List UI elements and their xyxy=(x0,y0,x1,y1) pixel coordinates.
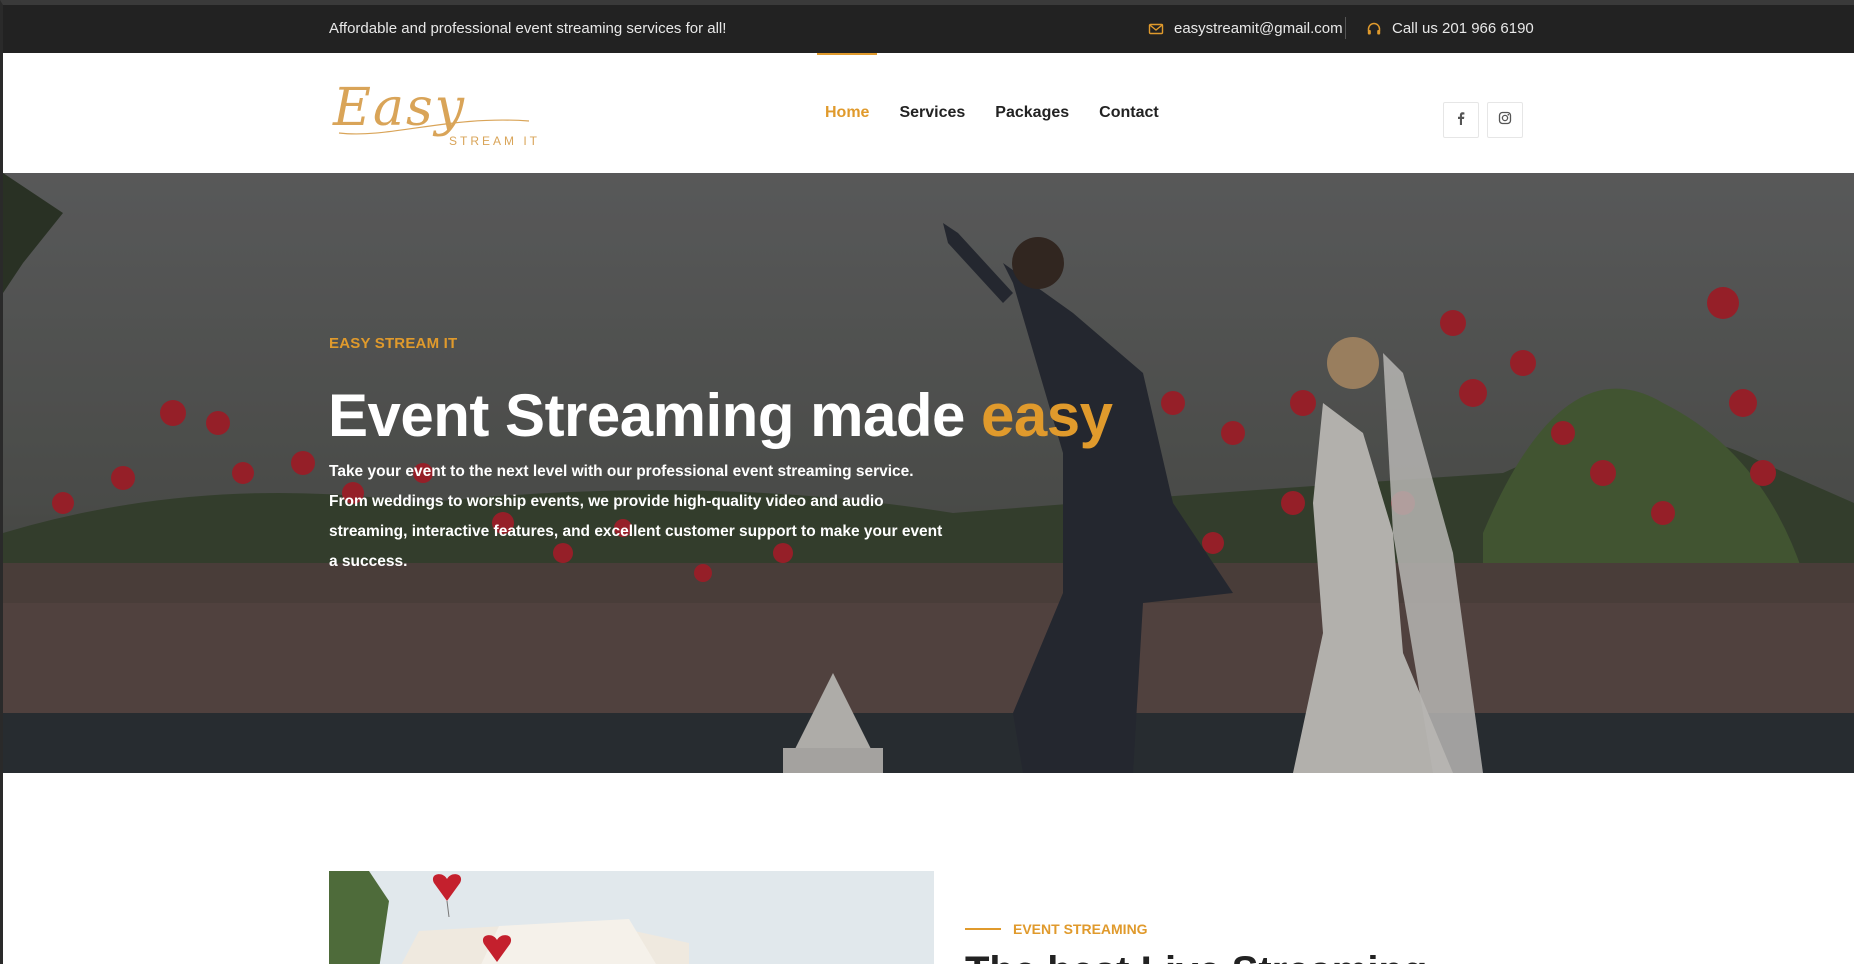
instagram-icon xyxy=(1498,111,1512,130)
hero-title-main: Event Streaming made xyxy=(328,382,982,449)
email-contact[interactable]: easystreamit@gmail.com xyxy=(1148,20,1343,37)
section-heading: The best Live Streaming xyxy=(965,949,1427,964)
page: Affordable and professional event stream… xyxy=(0,0,1854,964)
tagline: Affordable and professional event stream… xyxy=(329,20,727,37)
nav-services[interactable]: Services xyxy=(899,104,965,122)
headset-icon xyxy=(1366,21,1382,37)
kicker-line xyxy=(965,928,1001,930)
instagram-button[interactable] xyxy=(1487,102,1523,138)
site-header: Easy STREAM IT Home Services Packages Co… xyxy=(3,53,1854,173)
hero-banner: EASY STREAM IT Event Streaming made easy… xyxy=(3,173,1854,773)
section-kicker: EVENT STREAMING xyxy=(965,921,1148,937)
phone-text[interactable]: Call us 201 966 6190 xyxy=(1392,20,1534,37)
nav-packages[interactable]: Packages xyxy=(995,104,1069,122)
divider xyxy=(1345,17,1346,39)
hero-title-accent: easy xyxy=(981,382,1113,449)
site-logo[interactable]: Easy STREAM IT xyxy=(329,67,539,157)
active-nav-indicator xyxy=(817,53,877,55)
main-nav: Home Services Packages Contact xyxy=(825,104,1159,122)
streaming-intro-photo xyxy=(329,871,934,964)
envelope-icon xyxy=(1148,21,1164,37)
facebook-icon xyxy=(1455,111,1467,130)
logo-sub-text: STREAM IT xyxy=(449,134,539,148)
hero-kicker: EASY STREAM IT xyxy=(329,335,458,352)
email-text[interactable]: easystreamit@gmail.com xyxy=(1174,20,1343,37)
facebook-button[interactable] xyxy=(1443,102,1479,138)
nav-home[interactable]: Home xyxy=(825,104,869,122)
nav-contact[interactable]: Contact xyxy=(1099,104,1159,122)
section-kicker-text: EVENT STREAMING xyxy=(1013,921,1148,937)
hero-title: Event Streaming made easy xyxy=(328,381,1113,450)
streaming-intro-section: EVENT STREAMING The best Live Streaming xyxy=(3,773,1854,964)
phone-contact[interactable]: Call us 201 966 6190 xyxy=(1366,20,1534,37)
top-info-bar: Affordable and professional event stream… xyxy=(3,5,1854,53)
logo-script-text: Easy xyxy=(332,78,466,138)
hero-description: Take your event to the next level with o… xyxy=(329,463,943,570)
